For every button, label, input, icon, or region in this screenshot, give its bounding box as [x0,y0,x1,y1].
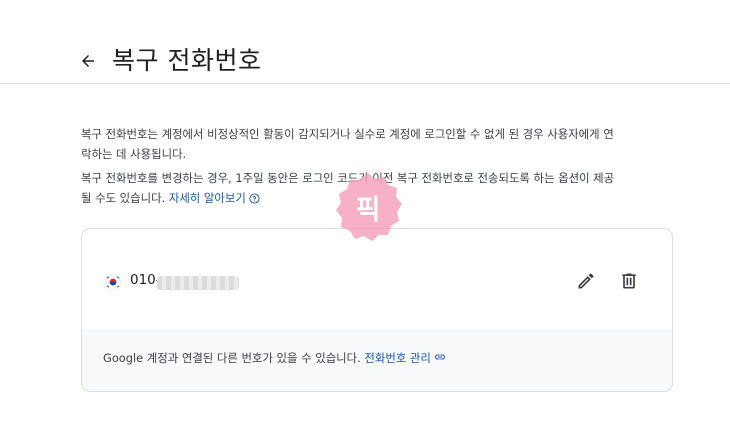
manage-phone-numbers-link[interactable]: 전화번호 관리 [364,351,431,365]
page-header: 복구 전화번호 [0,0,730,84]
trash-icon [622,273,636,289]
pencil-icon [578,273,594,289]
other-numbers-note: Google 계정과 연결된 다른 번호가 있을 수 있습니다. [103,351,361,365]
link-icon[interactable] [434,351,446,363]
watermark-text: 픽 [355,194,381,226]
description-text: 복구 전화번호는 계정에서 비정상적인 활동이 감지되거나 실수로 계정에 로그… [81,127,614,141]
help-circle-icon[interactable] [249,193,260,204]
footer-text: Google 계정과 연결된 다른 번호가 있을 수 있습니다. 전화번호 관리 [103,350,446,366]
learn-more-link[interactable]: 자세히 알아보기 [169,191,246,205]
page: 복구 전화번호 복구 전화번호는 계정에서 비정상적인 활동이 감지되거나 실수… [0,0,730,425]
description-text: 될 수도 있습니다. [81,191,166,205]
delete-phone-button[interactable] [615,267,643,295]
edit-phone-button[interactable] [572,267,600,295]
card-footer: Google 계정과 연결된 다른 번호가 있을 수 있습니다. 전화번호 관리 [82,329,672,391]
arrow-left-icon [82,55,94,67]
watermark-badge: 픽 [331,170,405,244]
phone-number-redacted [157,276,239,290]
korea-flag-icon [105,274,121,290]
description-text: 락하는 데 사용됩니다. [81,147,187,161]
back-button[interactable] [74,47,102,75]
page-title: 복구 전화번호 [112,46,262,75]
recovery-phone-card: 010- Google 계정과 연결된 다른 번호가 있을 수 있습니다. 전화… [81,228,673,392]
description-paragraph-1: 복구 전화번호는 계정에서 비정상적인 활동이 감지되거나 실수로 계정에 로그… [81,124,681,164]
